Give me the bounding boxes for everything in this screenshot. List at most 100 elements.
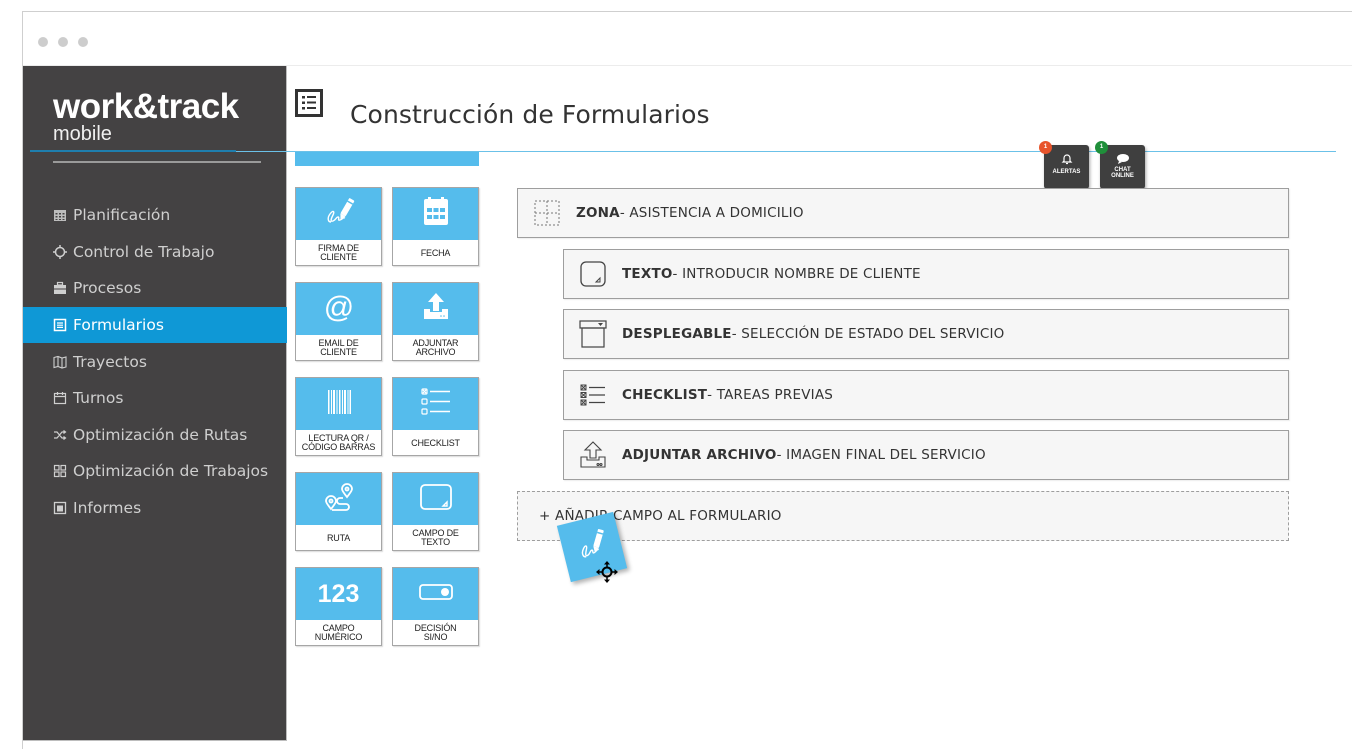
sidebar-item-planificacion[interactable]: Planificación [23,197,287,234]
sidebar-item-label: Formularios [73,316,164,335]
shuffle-icon [53,428,67,442]
row-desc: - INTRODUCIR NOMBRE DE CLIENTE [672,266,921,282]
chat-bubble-icon [1116,153,1130,165]
row-type: DESPLEGABLE [622,326,732,342]
tile-label-line: TEXTO [421,537,450,547]
map-icon [53,355,67,369]
tile-label-line: CHECKLIST [411,437,460,448]
briefcase-icon [53,281,67,295]
row-desc: - IMAGEN FINAL DEL SERVICIO [776,447,986,463]
sidebar-nav: Planificación Control de Trabajo Proceso… [23,197,287,526]
tile-label-line: NUMÉRICO [314,632,363,642]
row-type: ZONA [576,205,620,221]
sidebar: work&track mobile Planificación Control … [23,66,287,741]
form-row-zona[interactable]: ZONA - ASISTENCIA A DOMICILIO [517,188,1289,238]
sidebar-item-label: Control de Trabajo [73,242,215,261]
sidebar-item-label: Procesos [73,279,142,298]
palette-tile-checklist[interactable]: CHECKLIST [392,377,479,456]
sidebar-item-label: Optimización de Trabajos [73,462,269,481]
text-field-icon [416,479,456,519]
upload-icon [416,289,456,329]
sidebar-item-optimizacion-trabajos[interactable]: Optimización de Trabajos [23,453,287,490]
palette-tab[interactable] [295,152,479,166]
sidebar-item-turnos[interactable]: Turnos [23,380,287,417]
upload-icon [578,440,608,470]
dropdown-icon [578,319,608,349]
tile-label-line: CÓDIGO BARRAS [301,442,376,452]
sidebar-item-formularios[interactable]: Formularios [23,306,287,344]
logo-main-text: work&track [53,87,239,126]
grid-icon [53,464,67,478]
chat-online-button[interactable]: 1 CHAT ONLINE [1095,141,1145,189]
sidebar-item-trayectos[interactable]: Trayectos [23,343,287,380]
form-row-texto[interactable]: TEXTO - INTRODUCIR NOMBRE DE CLIENTE [563,249,1289,299]
sidebar-item-label: Trayectos [73,352,147,371]
logo-divider [53,161,261,163]
row-desc: - SELECCIÓN DE ESTADO DEL SERVICIO [731,326,1005,342]
checklist-icon [578,380,608,410]
palette-tile-campo-texto[interactable]: CAMPO DE TEXTO [392,472,479,551]
alerts-label: ALERTAS [1052,169,1081,175]
route-icon [319,479,359,519]
form-list-icon [53,318,67,332]
palette-tile-adjuntar-archivo[interactable]: ADJUNTAR ARCHIVO [392,282,479,361]
form-list-icon [295,89,323,117]
palette-tile-lectura-qr[interactable]: LECTURA QR / CÓDIGO BARRAS [295,377,382,456]
report-icon [53,501,67,515]
sidebar-item-label: Optimización de Rutas [73,425,248,444]
move-cursor-icon [595,560,619,584]
signature-icon [319,194,359,234]
text-field-icon [578,259,608,289]
sidebar-item-optimizacion-rutas[interactable]: Optimización de Rutas [23,417,287,454]
checklist-icon [416,384,456,424]
calendar-icon [416,194,456,234]
row-type: CHECKLIST [622,387,708,403]
form-row-adjuntar-archivo[interactable]: ADJUNTAR ARCHIVO - IMAGEN FINAL DEL SERV… [563,430,1289,480]
palette-tile-ruta[interactable]: RUTA [295,472,382,551]
alerts-count-badge: 1 [1039,141,1052,154]
tile-label-line: FECHA [420,247,451,258]
toggle-icon [416,574,456,614]
tile-label-line: SI/NO [423,632,448,642]
window-dot-icon[interactable] [38,37,48,47]
add-field-dropzone[interactable]: + AÑADIR CAMPO AL FORMULARIO [517,491,1289,541]
row-desc: - ASISTENCIA A DOMICILIO [619,205,804,221]
app-logo[interactable]: work&track mobile [53,87,239,145]
window-dot-icon[interactable] [78,37,88,47]
row-desc: - TAREAS PREVIAS [707,387,834,403]
tile-label-line: CLIENTE [320,347,357,357]
row-type: TEXTO [622,266,673,282]
window-dot-icon[interactable] [58,37,68,47]
sidebar-item-informes[interactable]: Informes [23,490,287,527]
calendar-icon [53,391,67,405]
tile-label-line: ARCHIVO [415,347,456,357]
number-icon: 123 [317,579,360,608]
barcode-icon [319,384,359,424]
sidebar-item-label: Turnos [73,389,124,408]
tile-label-line: RUTA [326,532,351,543]
tile-label-line: CLIENTE [320,252,357,262]
form-row-desplegable[interactable]: DESPLEGABLE - SELECCIÓN DE ESTADO DEL SE… [563,309,1289,359]
crosshair-icon [53,244,67,259]
sidebar-item-label: Informes [73,499,142,518]
bell-icon [1061,153,1073,165]
logo-sub-text: mobile [53,123,112,145]
palette-tile-firma-cliente[interactable]: FIRMA DE CLIENTE [295,187,382,266]
calendar-grid-icon [53,208,67,222]
palette-tile-campo-numerico[interactable]: 123 CAMPO NUMÉRICO [295,567,382,646]
sidebar-item-control-de-trabajo[interactable]: Control de Trabajo [23,234,287,271]
form-row-checklist[interactable]: CHECKLIST - TAREAS PREVIAS [563,370,1289,420]
page-title: Construcción de Formularios [350,100,710,129]
sidebar-item-label: Planificación [73,206,171,225]
palette-tile-fecha[interactable]: FECHA [392,187,479,266]
header-divider [30,150,236,152]
svg-text:@: @ [323,291,353,324]
row-type: ADJUNTAR ARCHIVO [622,447,777,463]
window-titlebar [23,12,1352,66]
palette-tile-decision-si-no[interactable]: DECISIÓN SI/NO [392,567,479,646]
chat-label-line2: ONLINE [1111,173,1134,179]
alerts-button[interactable]: 1 ALERTAS [1039,141,1089,189]
at-sign-icon: @ [319,289,359,329]
sidebar-item-procesos[interactable]: Procesos [23,270,287,307]
palette-tile-email-cliente[interactable]: @ EMAIL DE CLIENTE [295,282,382,361]
